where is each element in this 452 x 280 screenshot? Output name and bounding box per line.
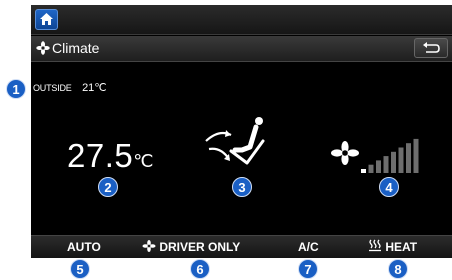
back-button[interactable] bbox=[414, 38, 448, 58]
fan-icon bbox=[36, 41, 50, 55]
driver-only-label: DRIVER ONLY bbox=[159, 240, 241, 254]
back-arrow-icon bbox=[423, 42, 440, 53]
heat-waves-icon bbox=[369, 239, 381, 252]
fan-level-bar bbox=[376, 160, 381, 173]
fan-level-bar bbox=[406, 143, 411, 173]
fan-speed-control[interactable] bbox=[331, 131, 431, 175]
title-bar: Climate bbox=[31, 36, 452, 62]
auto-button[interactable]: AUTO bbox=[67, 238, 101, 256]
temperature-value: 27.5 bbox=[67, 137, 134, 174]
page-title: Climate bbox=[52, 40, 100, 56]
callout-4: 4 bbox=[379, 177, 399, 197]
home-button[interactable] bbox=[35, 9, 58, 30]
air-flow-seat-icon[interactable] bbox=[201, 115, 269, 171]
outside-temperature: OUTSIDE 21℃ bbox=[33, 78, 107, 96]
fan-level-bar bbox=[413, 138, 419, 173]
fan-level-bar bbox=[391, 151, 396, 173]
temperature-unit: ℃ bbox=[133, 151, 154, 171]
driver-only-button[interactable]: DRIVER ONLY bbox=[142, 238, 240, 256]
heat-button[interactable]: HEAT bbox=[368, 238, 417, 256]
bottom-control-bar: AUTO DRIVER ONLY A/C HEAT bbox=[31, 235, 452, 258]
fan-level-bar bbox=[368, 164, 374, 173]
callout-6: 6 bbox=[190, 259, 210, 279]
callout-7: 7 bbox=[298, 259, 318, 279]
outside-label: OUTSIDE bbox=[33, 83, 72, 93]
fan-level-bar bbox=[398, 147, 404, 173]
callout-1: 1 bbox=[6, 79, 26, 99]
callout-3: 3 bbox=[232, 177, 252, 197]
top-bar bbox=[31, 5, 452, 35]
callout-2: 2 bbox=[98, 177, 118, 197]
callout-5: 5 bbox=[70, 259, 90, 279]
home-icon bbox=[40, 13, 53, 25]
fan-icon bbox=[142, 240, 156, 252]
fan-level-bar bbox=[383, 156, 389, 173]
fan-icon bbox=[331, 141, 359, 165]
temperature-display[interactable]: 27.5℃ bbox=[67, 137, 154, 175]
outside-temperature-value: 21℃ bbox=[82, 82, 107, 94]
fan-level-bar bbox=[361, 169, 366, 173]
fan-level-bars bbox=[361, 138, 419, 173]
ac-button[interactable]: A/C bbox=[298, 238, 319, 256]
callout-8: 8 bbox=[388, 259, 408, 279]
heat-label: HEAT bbox=[385, 240, 418, 254]
climate-screen: Climate OUTSIDE 21℃ 27.5℃ AUTO DRIVER ON… bbox=[31, 5, 452, 258]
